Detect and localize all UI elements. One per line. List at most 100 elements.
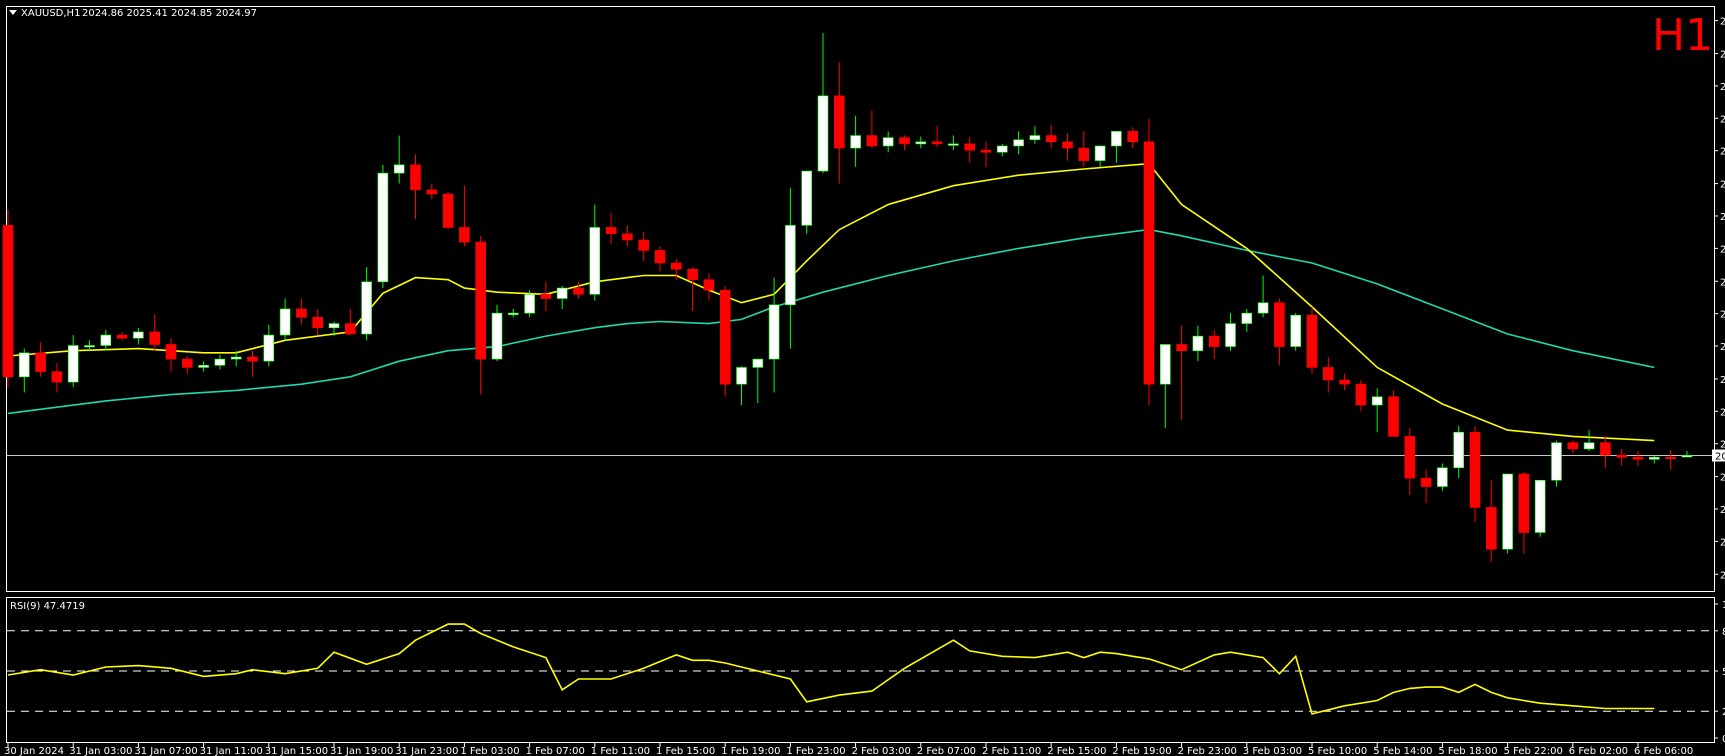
candle-body xyxy=(703,279,715,291)
price-tick-label: 2032.30 xyxy=(1720,375,1725,386)
price-tick-label: 2026.10 xyxy=(1720,440,1725,451)
time-tick-label: 31 Jan 15:00 xyxy=(265,746,328,756)
time-tick-label: 31 Jan 19:00 xyxy=(330,746,393,756)
candle-body xyxy=(850,135,861,149)
time-tick-label: 5 Feb 18:00 xyxy=(1438,746,1497,756)
candle-body xyxy=(948,143,959,146)
candle-body xyxy=(524,294,535,314)
candle-body xyxy=(801,170,813,226)
time-tick-label: 1 Feb 15:00 xyxy=(656,746,715,756)
candle-body xyxy=(817,95,829,172)
time-tick-label: 30 Jan 2024 xyxy=(4,746,64,756)
candle-body xyxy=(35,352,46,372)
time-tick-label: 31 Jan 07:00 xyxy=(134,746,197,756)
candle-body xyxy=(165,344,177,360)
candle-body xyxy=(1649,456,1660,460)
candle-body xyxy=(1600,442,1611,456)
candle-body xyxy=(475,241,487,360)
candle-body xyxy=(198,365,209,368)
candle-body xyxy=(866,135,878,147)
candle-body xyxy=(1665,456,1676,460)
price-tick-label: 2057.25 xyxy=(1720,114,1725,125)
symbol-name: XAUUSD,H1 xyxy=(21,8,80,19)
candle-body xyxy=(736,367,747,385)
price-tick-label: 2013.60 xyxy=(1720,570,1725,581)
price-tick-label: 2041.65 xyxy=(1720,277,1725,288)
time-tick-label: 31 Jan 23:00 xyxy=(395,746,458,756)
price-tick-label: 2051.00 xyxy=(1720,180,1725,191)
ohlc-values: 2024.86 2025.41 2024.85 2024.97 xyxy=(82,8,257,19)
time-tick-label: 31 Jan 03:00 xyxy=(69,746,132,756)
candle-body xyxy=(133,331,144,339)
candle-body xyxy=(279,308,291,336)
candle-body xyxy=(393,164,405,174)
candle-body xyxy=(1469,431,1481,508)
price-tick-label: 2038.55 xyxy=(1720,310,1725,321)
candle-body xyxy=(1176,344,1187,352)
timeframe-label: H1 xyxy=(1652,10,1713,61)
candle-body xyxy=(426,189,438,195)
candle-body xyxy=(1078,147,1090,161)
candle-body xyxy=(1388,396,1399,437)
price-tick-label: 2054.15 xyxy=(1720,147,1725,158)
time-tick-label: 6 Feb 02:00 xyxy=(1569,746,1628,756)
candlestick-chart[interactable]: 2066.60 2063.45 2060.35 2057.25 2054.15 2051.… xyxy=(0,0,1725,756)
candle-body xyxy=(1013,139,1024,147)
candle-body xyxy=(605,227,617,235)
time-tick-label: 3 Feb 03:00 xyxy=(1243,746,1302,756)
candle-body xyxy=(931,141,943,145)
candle-body xyxy=(263,334,275,362)
candle-body xyxy=(1355,383,1367,406)
candle-body xyxy=(1616,454,1627,458)
candle-body xyxy=(1094,145,1106,161)
candle-body xyxy=(882,137,894,147)
candle-body xyxy=(1502,473,1513,550)
candle-body xyxy=(1062,141,1073,149)
time-tick-label: 1 Feb 07:00 xyxy=(526,746,585,756)
candle-body xyxy=(1127,131,1138,143)
candle-body xyxy=(964,143,976,151)
price-tick-label: 2060.35 xyxy=(1720,82,1725,93)
candle-body xyxy=(719,289,731,385)
candle-body xyxy=(1208,335,1220,347)
time-tick-label: 31 Jan 11:00 xyxy=(200,746,263,756)
candle-body xyxy=(996,145,1008,153)
candle-body xyxy=(1371,396,1383,406)
candle-body xyxy=(2,225,14,378)
candle-body xyxy=(638,239,650,251)
candle-body xyxy=(149,331,160,345)
candle-body xyxy=(1241,312,1253,324)
candle-body xyxy=(573,287,584,295)
candle-body xyxy=(670,262,682,270)
candle-body xyxy=(312,317,324,329)
current-price-label: 2024.97 xyxy=(1715,452,1725,463)
candle-body xyxy=(1518,473,1530,533)
candle-body xyxy=(328,323,340,329)
candle-body xyxy=(556,287,568,299)
rsi-label: RSI(9) 47.4719 xyxy=(10,601,85,612)
candle-body xyxy=(1143,141,1155,385)
candle-body xyxy=(507,312,519,315)
candle-body xyxy=(687,268,698,280)
candle-body xyxy=(442,193,454,228)
candle-body xyxy=(51,371,63,383)
candle-body xyxy=(1551,442,1562,481)
candle-body xyxy=(230,356,242,360)
time-tick-label: 1 Feb 11:00 xyxy=(591,746,650,756)
time-tick-label: 2 Feb 11:00 xyxy=(982,746,1041,756)
candle-body xyxy=(899,137,910,145)
candle-body xyxy=(1257,302,1269,314)
price-tick-label: 2019.85 xyxy=(1720,505,1725,516)
candle-body xyxy=(1290,314,1301,347)
candle-body xyxy=(344,323,356,335)
candle-body xyxy=(1160,344,1171,385)
time-tick-label: 2 Feb 07:00 xyxy=(917,746,976,756)
time-tick-label: 6 Feb 06:00 xyxy=(1634,746,1693,756)
candle-body xyxy=(1045,135,1057,143)
time-tick-label: 5 Feb 22:00 xyxy=(1504,746,1563,756)
candle-body xyxy=(1534,479,1546,533)
candle-body xyxy=(1306,314,1318,368)
candle-body xyxy=(785,225,796,306)
price-tick-label: 2022.95 xyxy=(1720,473,1725,484)
candle-body xyxy=(214,358,226,366)
